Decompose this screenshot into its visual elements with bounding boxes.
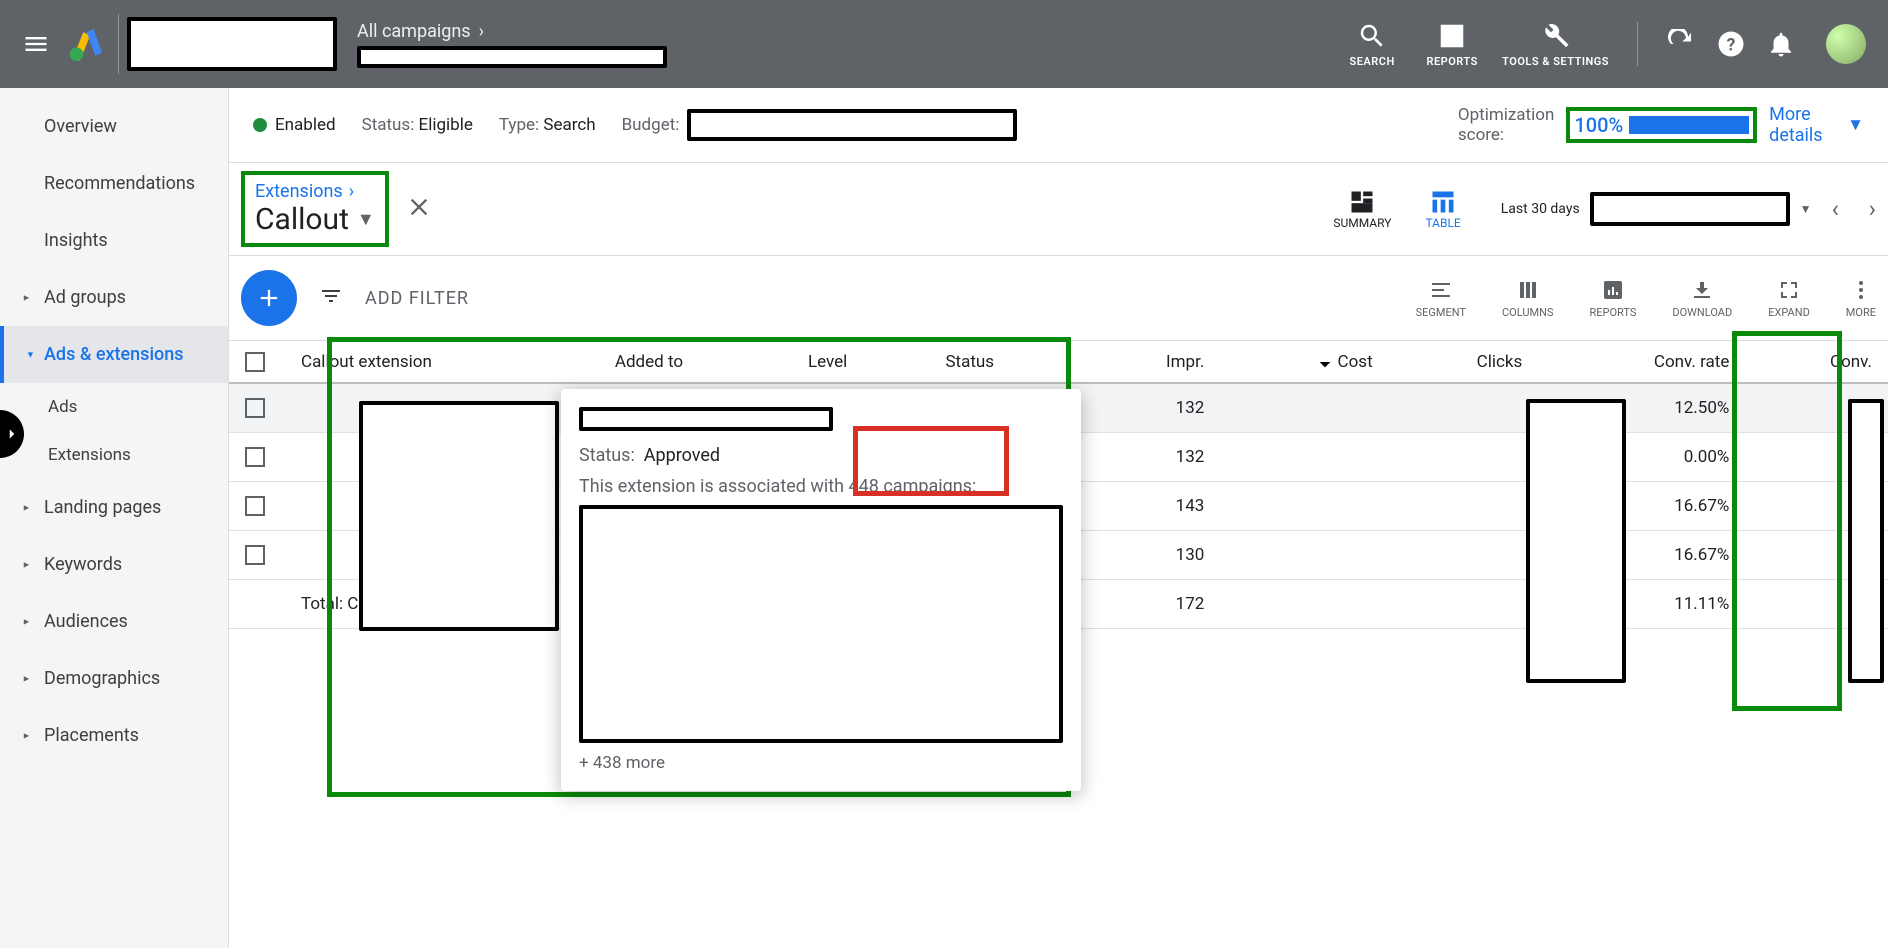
- download-button[interactable]: DOWNLOAD: [1672, 278, 1732, 319]
- campaign-status-toggle[interactable]: Enabled: [253, 115, 336, 135]
- sidebar-item-overview[interactable]: Overview: [0, 98, 228, 155]
- expand-icon: [1777, 278, 1801, 302]
- reports-icon: [1437, 21, 1467, 51]
- add-extension-button[interactable]: [241, 270, 297, 326]
- dropdown-arrow-icon[interactable]: ▼: [1800, 202, 1812, 216]
- col-status[interactable]: Status: [929, 341, 1084, 383]
- search-button[interactable]: SEARCH: [1342, 21, 1402, 68]
- date-prev-button[interactable]: ‹: [1832, 195, 1839, 223]
- view-table-tab[interactable]: TABLE: [1425, 188, 1460, 230]
- refresh-button[interactable]: [1666, 29, 1696, 59]
- dropdown-arrow-icon[interactable]: ▼: [357, 209, 375, 230]
- row-checkbox[interactable]: [245, 496, 265, 516]
- date-range-redacted: [1590, 192, 1790, 226]
- search-icon: [1357, 21, 1387, 51]
- filter-button[interactable]: [319, 284, 343, 312]
- col-level[interactable]: Level: [792, 341, 930, 383]
- hamburger-button[interactable]: [12, 20, 60, 68]
- extensions-breadcrumb: Extensions › Callout ▼: [241, 171, 389, 247]
- campaign-name-redacted[interactable]: [357, 46, 667, 68]
- col-callout[interactable]: Callout extension: [285, 341, 599, 383]
- sidebar-item-ad-groups[interactable]: Ad groups: [0, 269, 228, 326]
- optimization-score: 100%: [1566, 107, 1757, 143]
- menu-icon: [22, 30, 50, 58]
- app-header: All campaigns › SEARCH REPORTS TOOLS & S…: [0, 0, 1888, 88]
- columns-icon: [1516, 278, 1540, 302]
- col-added-to[interactable]: Added to: [599, 341, 792, 383]
- segment-icon: [1429, 278, 1453, 302]
- download-icon: [1690, 278, 1714, 302]
- date-next-button[interactable]: ›: [1869, 195, 1876, 223]
- sidebar-sub-extensions[interactable]: Extensions: [0, 431, 228, 479]
- row-checkbox[interactable]: [245, 398, 265, 418]
- reports-tool-button[interactable]: REPORTS: [1589, 278, 1636, 319]
- callout-names-redacted: [359, 401, 559, 631]
- add-filter-input[interactable]: ADD FILTER: [365, 288, 1394, 309]
- select-all-checkbox[interactable]: [245, 352, 265, 372]
- summary-icon: [1347, 188, 1377, 216]
- sidebar-item-recommendations[interactable]: Recommendations: [0, 155, 228, 212]
- bar-chart-icon: [1601, 278, 1625, 302]
- expand-button[interactable]: EXPAND: [1768, 278, 1810, 319]
- row-checkbox[interactable]: [245, 545, 265, 565]
- conv-values-redacted: [1848, 399, 1884, 683]
- sidebar-item-landing-pages[interactable]: Landing pages: [0, 479, 228, 536]
- sidebar-item-ads-extensions[interactable]: Ads & extensions: [0, 326, 228, 383]
- cost-values-redacted: [1526, 399, 1626, 683]
- table-icon: [1428, 188, 1458, 216]
- col-clicks[interactable]: Clicks: [1389, 341, 1539, 383]
- chevron-right-icon: ›: [479, 21, 484, 42]
- extensions-table-wrapper: Callout extension Added to Level Status …: [229, 341, 1888, 629]
- notifications-button[interactable]: [1766, 29, 1796, 59]
- profile-avatar[interactable]: [1826, 24, 1866, 64]
- campaign-list-redacted: [579, 505, 1063, 743]
- account-selector-redacted[interactable]: [127, 17, 337, 71]
- more-vert-icon: [1849, 278, 1873, 302]
- extension-title-redacted: [579, 407, 833, 431]
- tools-settings-button[interactable]: TOOLS & SETTINGS: [1502, 21, 1609, 68]
- segment-button[interactable]: SEGMENT: [1416, 278, 1466, 319]
- filter-icon: [319, 284, 343, 308]
- date-range-picker[interactable]: Last 30 days ▼ ‹ ›: [1501, 192, 1876, 226]
- col-conv-rate[interactable]: Conv. rate: [1538, 341, 1745, 383]
- plus-icon: [255, 284, 283, 312]
- col-impr[interactable]: Impr.: [1085, 341, 1221, 383]
- columns-button[interactable]: COLUMNS: [1502, 278, 1553, 319]
- sidebar-item-insights[interactable]: Insights: [0, 212, 228, 269]
- google-ads-logo: [68, 27, 102, 61]
- more-details-link[interactable]: More details: [1769, 104, 1829, 146]
- more-campaigns-text: + 438 more: [579, 753, 1063, 773]
- main-content: Enabled Status: Eligible Type: Search Bu…: [228, 88, 1888, 948]
- close-button[interactable]: [405, 193, 433, 225]
- breadcrumb-all-campaigns[interactable]: All campaigns ›: [357, 21, 667, 42]
- extensions-header-bar: Extensions › Callout ▼ SUMMARY TABLE Last …: [229, 163, 1888, 256]
- budget-redacted: [687, 109, 1017, 141]
- sidebar: Overview Recommendations Insights Ad gro…: [0, 88, 228, 948]
- sidebar-item-audiences[interactable]: Audiences: [0, 593, 228, 650]
- col-cost[interactable]: Cost: [1220, 341, 1388, 383]
- expand-icon[interactable]: ▼: [1847, 115, 1864, 135]
- sort-desc-icon: [1317, 354, 1333, 370]
- sidebar-item-placements[interactable]: Placements: [0, 707, 228, 764]
- close-icon: [405, 193, 433, 221]
- extensions-link[interactable]: Extensions: [255, 181, 343, 202]
- wrench-icon: [1541, 21, 1571, 51]
- sidebar-item-keywords[interactable]: Keywords: [0, 536, 228, 593]
- more-button[interactable]: MORE: [1846, 278, 1876, 319]
- row-checkbox[interactable]: [245, 447, 265, 467]
- enabled-status-dot: [253, 118, 267, 132]
- reports-button[interactable]: REPORTS: [1422, 21, 1482, 68]
- sidebar-item-demographics[interactable]: Demographics: [0, 650, 228, 707]
- col-conv[interactable]: Conv.: [1745, 341, 1888, 383]
- help-button[interactable]: ?: [1716, 29, 1746, 59]
- extension-type-dropdown[interactable]: Callout: [255, 202, 349, 237]
- chevron-right-icon: ›: [349, 181, 354, 202]
- table-toolbar: ADD FILTER SEGMENT COLUMNS REPORTS DOWNL…: [229, 256, 1888, 341]
- chevron-right-icon: [3, 425, 21, 443]
- view-summary-tab[interactable]: SUMMARY: [1333, 188, 1391, 230]
- campaign-status-bar: Enabled Status: Eligible Type: Search Bu…: [229, 88, 1888, 163]
- svg-text:?: ?: [1727, 35, 1736, 55]
- sidebar-sub-ads[interactable]: Ads: [0, 383, 228, 431]
- extension-details-popover: Status: Approved This extension is assoc…: [561, 389, 1081, 791]
